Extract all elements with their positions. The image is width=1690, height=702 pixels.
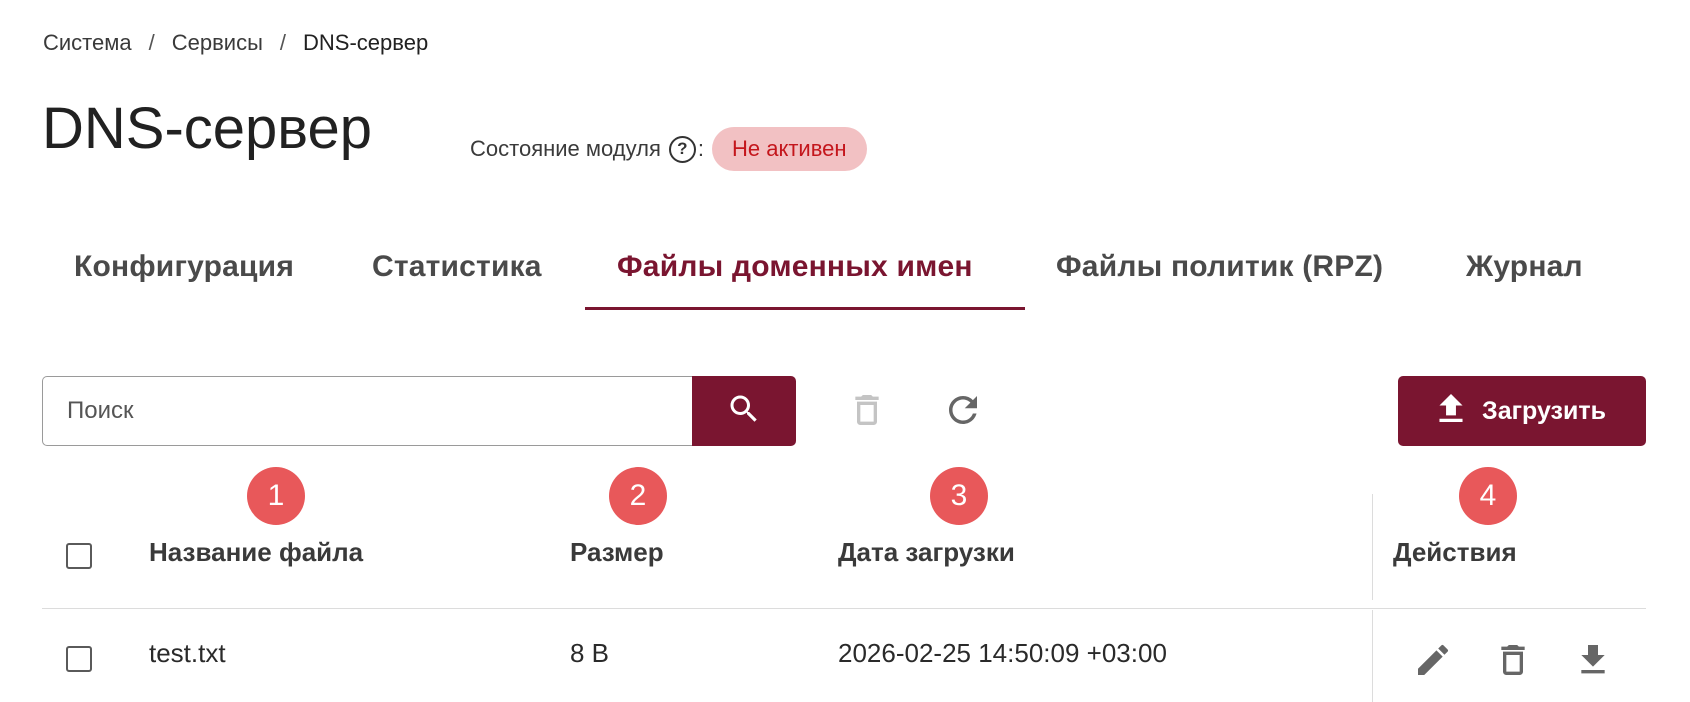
row-checkbox[interactable] [66,646,92,672]
select-all-checkbox[interactable] [66,543,92,569]
breadcrumb-separator: / [148,30,155,55]
module-status: Состояние модуля ? : Не активен [470,127,867,171]
help-icon[interactable]: ? [668,135,696,163]
column-header-size[interactable]: Размер [570,537,664,568]
tab-statistics[interactable]: Статистика [372,250,542,284]
tab-domain-files[interactable]: Файлы доменных имен [617,250,973,284]
breadcrumb-item-system[interactable]: Система [43,30,132,56]
column-divider [1372,494,1373,600]
header-divider [42,608,1646,609]
refresh-button[interactable] [939,388,987,436]
breadcrumb-separator: / [279,30,287,55]
edit-button[interactable] [1409,638,1457,686]
tab-journal[interactable]: Журнал [1466,250,1583,284]
search-button[interactable] [692,376,796,446]
upload-button[interactable]: Загрузить [1398,376,1646,446]
breadcrumb-item-current: DNS-сервер [303,30,429,55]
upload-date-cell: 2026-02-25 14:50:09 +03:00 [838,638,1167,668]
upload-label: Загрузить [1482,396,1606,425]
delete-icon [847,390,887,435]
column-header-actions: Действия [1393,537,1517,567]
search-icon [726,391,762,432]
status-badge: Не активен [712,127,867,171]
status-label: Состояние модуля [470,136,661,161]
annotation-marker: 3 [930,467,988,525]
active-tab-indicator [585,307,1025,310]
download-button[interactable] [1569,638,1617,686]
upload-icon [1438,393,1482,429]
file-size-cell: 8 B [570,638,610,668]
breadcrumb-item-services[interactable]: Сервисы [172,30,263,56]
delete-icon [1493,640,1533,685]
annotation-marker: 2 [609,467,667,525]
edit-icon [1413,640,1453,685]
column-header-filename[interactable]: Название файла [149,537,363,568]
file-name-cell: test.txt [149,638,226,668]
breadcrumb: Система / Сервисы / DNS-сервер [43,30,428,56]
page-title: DNS-сервер [42,96,372,161]
status-colon: : [697,136,704,161]
annotation-marker: 1 [247,467,305,525]
delete-file-button[interactable] [1489,638,1537,686]
search-input[interactable] [42,376,692,446]
tab-configuration[interactable]: Конфигурация [74,250,294,284]
tab-rpz-files[interactable]: Файлы политик (RPZ) [1056,250,1383,284]
delete-selected-button[interactable] [843,388,891,436]
annotation-marker: 4 [1459,467,1517,525]
download-icon [1573,640,1613,685]
table-row: test.txt 8 B 2026-02-25 14:50:09 +03:00 [0,610,1690,702]
refresh-icon [942,389,984,436]
column-header-upload-date[interactable]: Дата загрузки [838,537,1015,568]
